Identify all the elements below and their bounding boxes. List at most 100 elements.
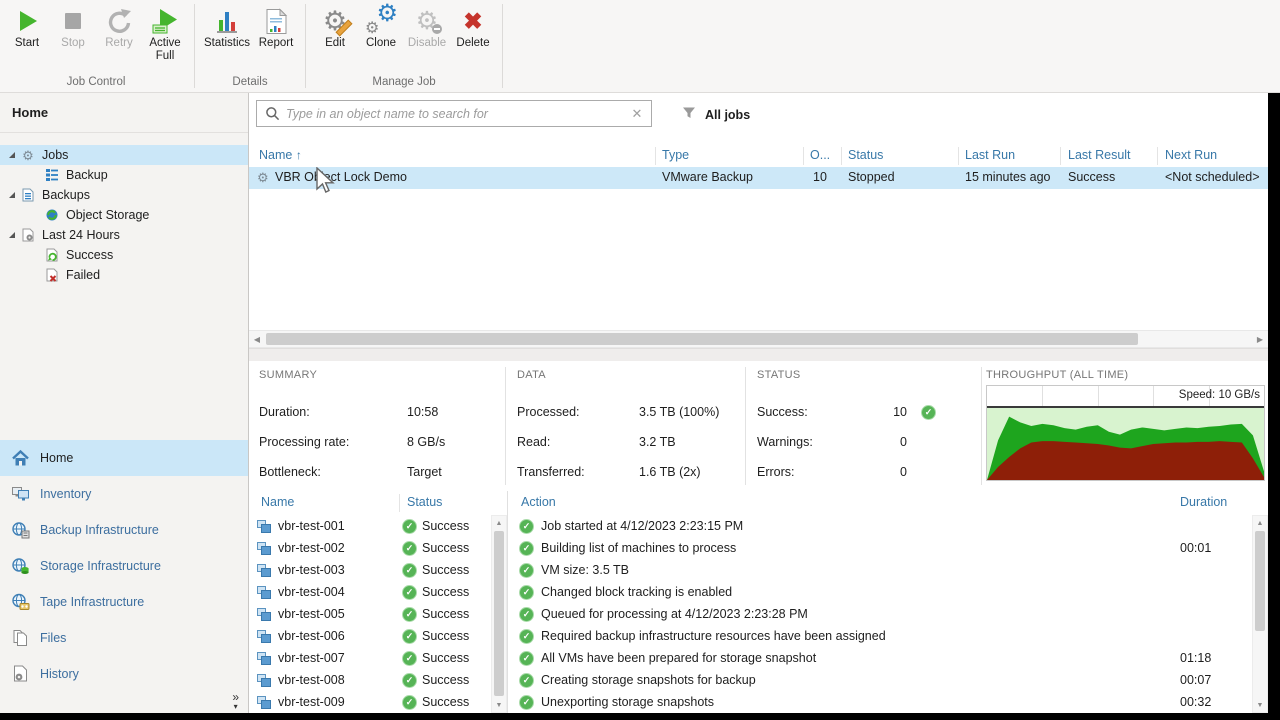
scroll-right-icon[interactable]: ▶ xyxy=(1252,331,1268,347)
sidebar-item-inventory[interactable]: Inventory xyxy=(0,476,248,512)
list-item[interactable]: ✓ VM size: 3.5 TB xyxy=(509,559,1251,581)
tree-item-last-24-hours[interactable]: Last 24 Hours xyxy=(0,225,248,245)
column-separator[interactable] xyxy=(958,147,959,165)
active-full-icon xyxy=(147,5,183,37)
speed-label: Speed: 10 GB/s xyxy=(1179,389,1260,401)
stop-label: Stop xyxy=(61,37,85,50)
table-row[interactable]: vbr-test-003 ✓ Success xyxy=(249,559,490,581)
vm-list-scrollbar[interactable]: ▲ ▼ xyxy=(491,515,507,713)
search-input[interactable] xyxy=(284,106,623,122)
tree-expanded-icon[interactable] xyxy=(9,232,15,238)
action-log-scrollbar[interactable]: ▲ ▼ xyxy=(1252,515,1268,713)
clear-search-icon[interactable]: ✕ xyxy=(623,106,651,122)
tree-item-backup[interactable]: Backup xyxy=(0,165,248,185)
scroll-up-icon[interactable]: ▲ xyxy=(1253,516,1267,530)
report-button[interactable]: Report xyxy=(253,3,299,50)
list-item[interactable]: ✓ All VMs have been prepared for storage… xyxy=(509,647,1251,669)
column-header-action[interactable]: Action xyxy=(521,495,556,509)
column-header-status[interactable]: Status xyxy=(848,148,883,162)
success-icon: ✓ xyxy=(402,651,417,666)
table-row[interactable]: vbr-test-009 ✓ Success xyxy=(249,691,490,713)
sort-ascending-icon: ↑ xyxy=(296,148,302,162)
tree-item-label: Last 24 Hours xyxy=(42,228,120,242)
column-separator[interactable] xyxy=(655,147,656,165)
search-box[interactable]: ✕ xyxy=(256,100,652,127)
edit-button[interactable]: ⚙ Edit xyxy=(312,3,358,50)
column-header-last-result[interactable]: Last Result xyxy=(1068,148,1131,162)
sidebar-item-tape-infrastructure[interactable]: Tape Infrastructure xyxy=(0,584,248,620)
scroll-left-icon[interactable]: ◀ xyxy=(249,331,265,347)
table-row[interactable]: vbr-test-008 ✓ Success xyxy=(249,669,490,691)
start-button[interactable]: Start xyxy=(4,3,50,50)
action-duration: 00:07 xyxy=(1180,673,1211,687)
sidebar-item-history[interactable]: History xyxy=(0,656,248,692)
job-table-header: Name ↑ Type O... Status Last Run Last Re… xyxy=(249,145,1268,167)
column-header-next-run[interactable]: Next Run xyxy=(1165,148,1217,162)
history-icon xyxy=(10,665,30,683)
column-header-objects[interactable]: O... xyxy=(810,148,830,162)
scrollbar-thumb[interactable] xyxy=(1255,531,1265,631)
column-separator[interactable] xyxy=(803,147,804,165)
tree-item-object-storage[interactable]: Object Storage xyxy=(0,205,248,225)
jobs-filter[interactable]: All jobs xyxy=(682,106,750,123)
column-header-status[interactable]: Status xyxy=(407,495,442,509)
column-header-last-run[interactable]: Last Run xyxy=(965,148,1015,162)
table-row[interactable]: vbr-test-007 ✓ Success xyxy=(249,647,490,669)
pane-splitter[interactable] xyxy=(249,348,1268,361)
sidebar-item-label: Storage Infrastructure xyxy=(40,559,161,573)
table-row[interactable]: vbr-test-004 ✓ Success xyxy=(249,581,490,603)
tree-item-failed[interactable]: Failed xyxy=(0,265,248,285)
list-item[interactable]: ✓ Job started at 4/12/2023 2:23:15 PM xyxy=(509,515,1251,537)
sidebar-item-files[interactable]: Files xyxy=(0,620,248,656)
list-item[interactable]: ✓ Creating storage snapshots for backup … xyxy=(509,669,1251,691)
sidebar-item-label: Inventory xyxy=(40,487,91,501)
list-item[interactable]: ✓ Changed block tracking is enabled xyxy=(509,581,1251,603)
column-header-name[interactable]: Name xyxy=(261,495,294,509)
list-item[interactable]: ✓ Building list of machines to process 0… xyxy=(509,537,1251,559)
column-separator[interactable] xyxy=(399,494,400,512)
sidebar-expander-button[interactable]: » ▾ xyxy=(232,693,239,711)
tree-item-backups[interactable]: Backups xyxy=(0,185,248,205)
column-separator[interactable] xyxy=(1060,147,1061,165)
list-item[interactable]: ✓ Unexporting storage snapshots 00:32 xyxy=(509,691,1251,713)
active-full-button[interactable]: Active Full xyxy=(142,3,188,63)
tree-item-jobs[interactable]: ⚙ Jobs xyxy=(0,145,248,165)
table-row[interactable]: vbr-test-001 ✓ Success xyxy=(249,515,490,537)
tree-expanded-icon[interactable] xyxy=(9,192,15,198)
retry-button[interactable]: Retry xyxy=(96,3,142,50)
stat-value: 10:58 xyxy=(407,405,438,419)
jobs-icon: ⚙ xyxy=(20,148,36,162)
stat-value: 3.2 TB xyxy=(639,435,676,449)
column-header-name[interactable]: Name ↑ xyxy=(259,148,302,162)
table-row[interactable]: vbr-test-005 ✓ Success xyxy=(249,603,490,625)
table-row[interactable]: vbr-test-002 ✓ Success xyxy=(249,537,490,559)
sidebar-item-home[interactable]: Home xyxy=(0,440,248,476)
clone-button[interactable]: ⚙ ⚙ Clone xyxy=(358,3,404,50)
sidebar-item-backup-infrastructure[interactable]: Backup Infrastructure xyxy=(0,512,248,548)
tree-item-success[interactable]: Success xyxy=(0,245,248,265)
list-item[interactable]: ✓ Required backup infrastructure resourc… xyxy=(509,625,1251,647)
scroll-up-icon[interactable]: ▲ xyxy=(492,516,506,530)
stop-button[interactable]: Stop xyxy=(50,3,96,50)
horizontal-scrollbar[interactable]: ◀ ▶ xyxy=(249,330,1268,348)
job-detail-lists: Name Status vbr-test-001 ✓ Success vbr-t… xyxy=(249,491,1268,713)
clone-icon: ⚙ ⚙ xyxy=(363,5,399,37)
column-separator[interactable] xyxy=(841,147,842,165)
delete-button[interactable]: ✖ Delete xyxy=(450,3,496,50)
scroll-down-icon[interactable]: ▼ xyxy=(1253,698,1267,712)
sidebar-item-storage-infrastructure[interactable]: Storage Infrastructure xyxy=(0,548,248,584)
column-separator[interactable] xyxy=(1157,147,1158,165)
scrollbar-thumb[interactable] xyxy=(494,531,504,696)
vm-icon xyxy=(257,674,272,687)
scroll-down-icon[interactable]: ▼ xyxy=(492,698,506,712)
list-item[interactable]: ✓ Queued for processing at 4/12/2023 2:2… xyxy=(509,603,1251,625)
table-row[interactable]: vbr-test-006 ✓ Success xyxy=(249,625,490,647)
column-header-type[interactable]: Type xyxy=(662,148,689,162)
tree-expanded-icon[interactable] xyxy=(9,152,15,158)
ribbon-group-label: Details xyxy=(201,73,299,92)
column-header-duration[interactable]: Duration xyxy=(1180,495,1227,509)
statistics-button[interactable]: Statistics xyxy=(201,3,253,50)
disable-button[interactable]: ⚙ Disable xyxy=(404,3,450,50)
horizontal-scrollbar-thumb[interactable] xyxy=(266,333,1138,345)
job-row-selected[interactable]: ⚙ VBR Object Lock Demo VMware Backup 10 … xyxy=(249,167,1268,189)
